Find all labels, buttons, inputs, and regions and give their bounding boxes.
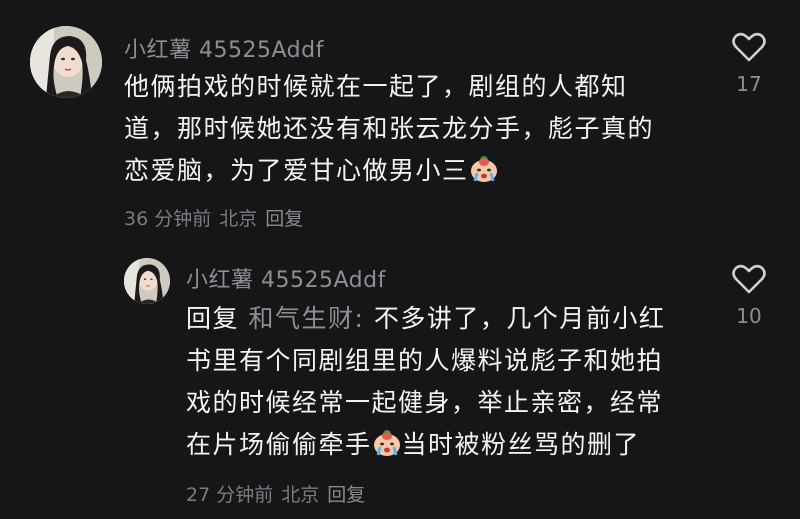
- reply-prefix: 回复: [186, 304, 240, 333]
- comment-line-text: 当时被粉丝骂的删了: [401, 430, 641, 459]
- like-button[interactable]: 10: [726, 264, 772, 328]
- comment-location: 北京: [219, 208, 258, 230]
- reply-button[interactable]: 回复: [265, 208, 303, 230]
- comment-line: 在片场偷偷牵手 当时被粉丝骂的删了: [186, 424, 665, 466]
- comment-line: 道，那时候她还没有和张云龙分手，彪子真的: [124, 114, 655, 143]
- comment-location: 北京: [281, 484, 320, 506]
- comment-body: 回复 和气生财: 不多讲了，几个月前小红 书里有个同剧组里的人爆料说彪子和她拍 …: [186, 298, 665, 466]
- comment-line: 书里有个同剧组里的人爆料说彪子和她拍: [186, 346, 664, 375]
- comment-line: 他俩拍戏的时候就在一起了，剧组的人都知: [124, 72, 628, 101]
- heart-icon: [732, 32, 766, 62]
- comment-line-text: 不多讲了，几个月前小红: [373, 304, 666, 333]
- comment-time: 36 分钟前: [124, 208, 212, 230]
- comment-username[interactable]: 小红薯 45525Addf: [124, 32, 324, 64]
- like-count: 10: [736, 304, 762, 328]
- comment-line-text: 在片场偷偷牵手: [186, 430, 372, 459]
- comment-time: 27 分钟前: [186, 484, 274, 506]
- heart-icon: [732, 264, 766, 294]
- comment-line: 恋爱脑，为了爱甘心做男小三: [124, 150, 654, 192]
- avatar[interactable]: [30, 26, 102, 98]
- reply-button[interactable]: 回复: [327, 484, 365, 506]
- crying-face-icon: [372, 428, 402, 458]
- avatar[interactable]: [124, 258, 170, 304]
- comment-body: 他俩拍戏的时候就在一起了，剧组的人都知 道，那时候她还没有和张云龙分手，彪子真的…: [124, 66, 654, 192]
- comment-line-text: 恋爱脑，为了爱甘心做男小三: [124, 156, 469, 185]
- reply-target-user[interactable]: 和气生财:: [248, 304, 364, 333]
- like-button[interactable]: 17: [726, 32, 772, 96]
- comment-meta: 27 分钟前 北京 回复: [186, 480, 373, 507]
- comment-line: 戏的时候经常一起健身，举止亲密，经常: [186, 388, 664, 417]
- comment-line: 回复 和气生财: 不多讲了，几个月前小红: [186, 298, 665, 340]
- comment-meta: 36 分钟前 北京 回复: [124, 204, 311, 231]
- comment-username[interactable]: 小红薯 45525Addf: [186, 262, 386, 294]
- like-count: 17: [736, 72, 762, 96]
- crying-face-icon: [469, 154, 499, 184]
